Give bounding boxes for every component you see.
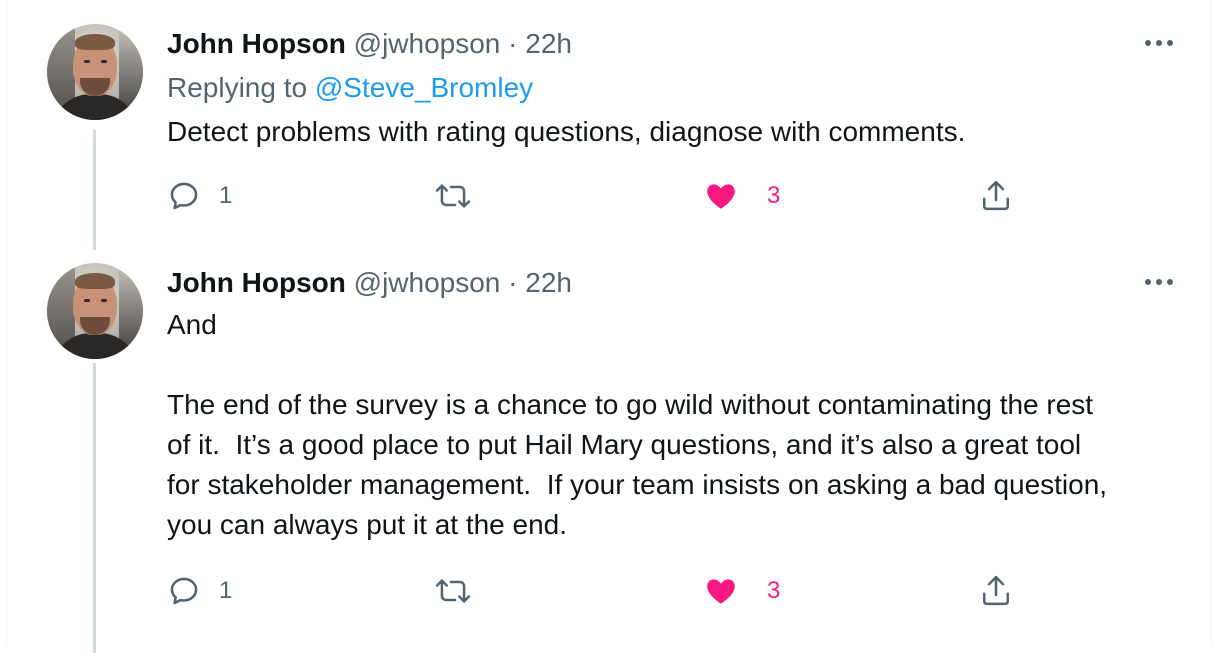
tweet-actions: 1 3 — [167, 571, 1047, 611]
timestamp[interactable]: 22h — [525, 267, 572, 298]
timestamp[interactable]: 22h — [525, 28, 572, 59]
thread-line — [93, 130, 96, 250]
tweet-header: John Hopson @jwhopson · 22h — [167, 265, 1173, 301]
share-button[interactable] — [979, 571, 1013, 611]
replying-to: Replying to @Steve_Bromley — [167, 70, 1173, 106]
tweet-thread: John Hopson @jwhopson · 22h Replying to … — [6, 0, 1213, 653]
tweet-actions: 1 3 — [167, 176, 1047, 216]
heart-icon — [707, 579, 735, 604]
author-name[interactable]: John Hopson — [167, 267, 346, 298]
reply-icon — [170, 182, 198, 210]
reply-button[interactable]: 1 — [167, 571, 232, 611]
retweet-icon — [435, 579, 471, 603]
retweet-button[interactable] — [435, 176, 471, 216]
tweet[interactable]: John Hopson @jwhopson · 22h Replying to … — [7, 0, 1213, 250]
replying-prefix: Replying to — [167, 72, 308, 103]
more-icon[interactable] — [1137, 28, 1181, 58]
author-name[interactable]: John Hopson — [167, 28, 346, 59]
tweet[interactable]: John Hopson @jwhopson · 22h And The end … — [7, 245, 1213, 653]
like-button[interactable]: 3 — [703, 176, 780, 216]
reply-button[interactable]: 1 — [167, 176, 232, 216]
share-icon — [982, 575, 1010, 606]
separator: · — [508, 267, 518, 298]
separator: · — [508, 28, 518, 59]
heart-icon — [707, 184, 735, 209]
author-handle[interactable]: @jwhopson — [354, 267, 501, 298]
reply-count: 1 — [219, 577, 233, 604]
tweet-text: Detect problems with rating questions, d… — [167, 116, 966, 147]
more-icon[interactable] — [1137, 267, 1181, 297]
author-handle[interactable]: @jwhopson — [354, 28, 501, 59]
like-count: 3 — [767, 182, 781, 209]
avatar[interactable] — [47, 24, 143, 120]
tweet-content: John Hopson @jwhopson · 22h Replying to … — [167, 26, 1173, 152]
like-button[interactable]: 3 — [703, 571, 780, 611]
share-icon — [982, 180, 1010, 211]
retweet-icon — [435, 184, 471, 208]
reply-count: 1 — [219, 182, 233, 209]
avatar[interactable] — [47, 263, 143, 359]
share-button[interactable] — [979, 176, 1013, 216]
tweet-text: And The end of the survey is a chance to… — [167, 309, 1108, 540]
tweet-header: John Hopson @jwhopson · 22h — [167, 26, 1173, 62]
retweet-button[interactable] — [435, 571, 471, 611]
like-count: 3 — [767, 577, 781, 604]
tweet-content: John Hopson @jwhopson · 22h And The end … — [167, 265, 1173, 545]
thread-line — [93, 363, 96, 653]
reply-icon — [170, 577, 198, 605]
replying-handle-link[interactable]: @Steve_Bromley — [315, 72, 533, 103]
